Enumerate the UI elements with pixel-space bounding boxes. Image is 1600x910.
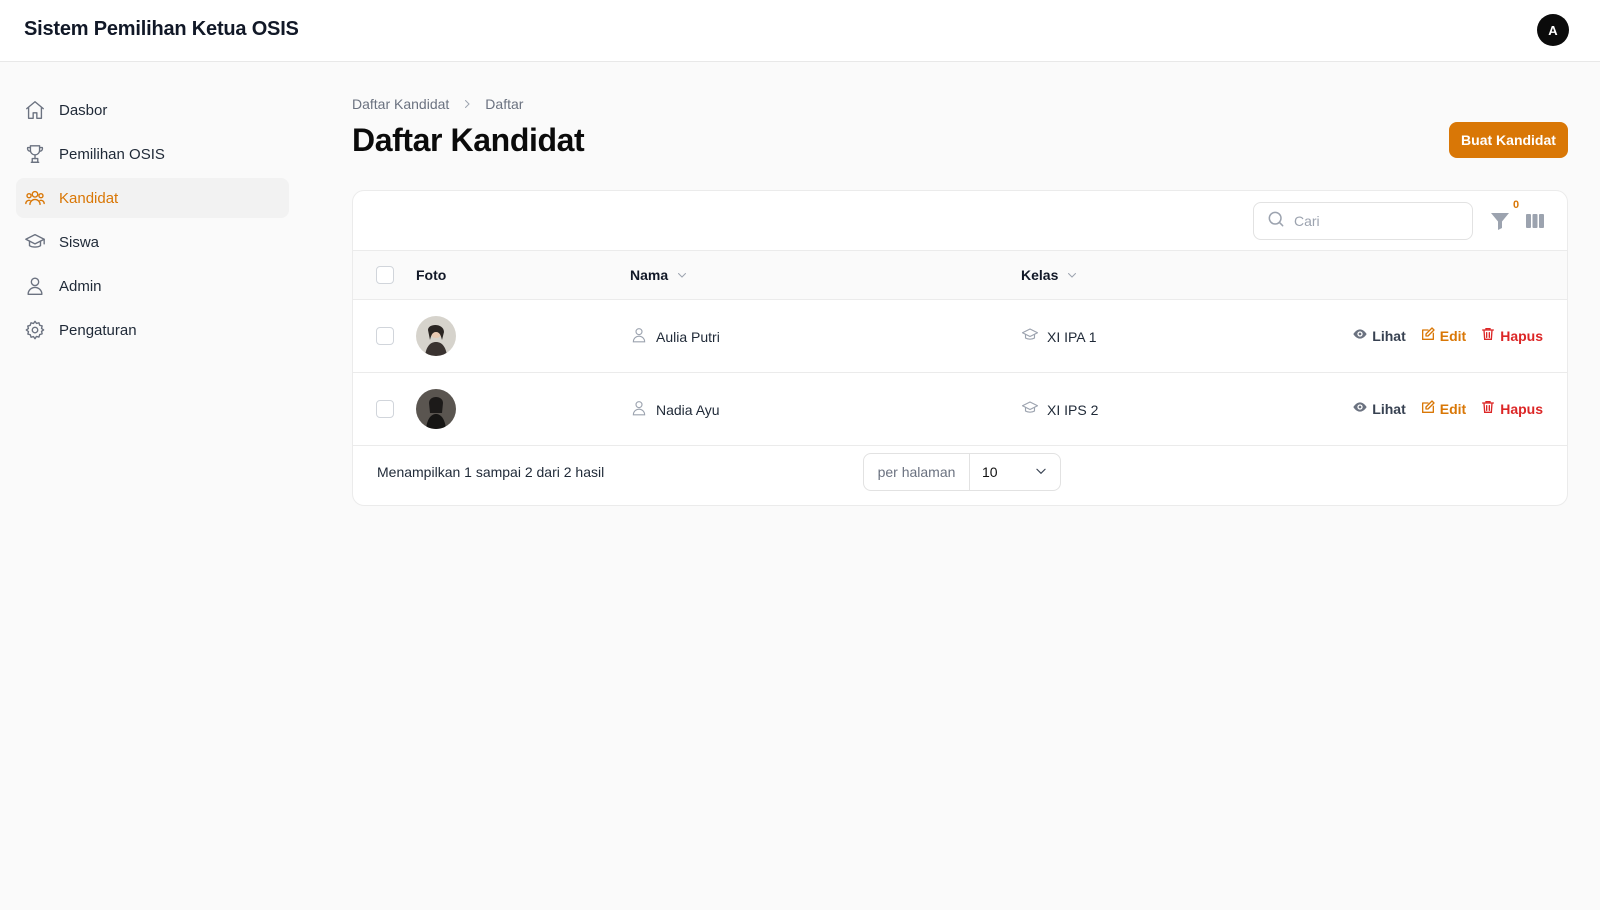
search-icon — [1266, 209, 1286, 233]
delete-label: Hapus — [1500, 327, 1543, 344]
breadcrumb-parent-link[interactable]: Daftar Kandidat — [352, 96, 449, 112]
filter-icon[interactable] — [1488, 209, 1512, 233]
edit-label: Edit — [1439, 400, 1467, 417]
search-box — [1253, 202, 1473, 240]
sidebar-item-label: Admin — [59, 277, 102, 295]
columns-icon[interactable] — [1523, 209, 1547, 233]
column-label: Foto — [416, 267, 447, 283]
table-header: Foto Nama Kelas — [353, 251, 1567, 300]
candidate-table-card: 0 Foto Nama Kelas — [352, 190, 1568, 506]
trash-icon — [1480, 326, 1500, 345]
chevron-right-icon — [461, 98, 473, 110]
view-label: Lihat — [1372, 400, 1406, 417]
trophy-icon — [24, 143, 46, 165]
chevron-down-icon — [1034, 464, 1048, 481]
candidate-name: Aulia Putri — [630, 326, 720, 347]
table-row: Nadia Ayu XI IPS 2 Lihat Edit Hapus — [353, 373, 1567, 446]
per-page-value: 10 — [982, 464, 998, 480]
row-checkbox[interactable] — [376, 327, 394, 345]
eye-icon — [1352, 326, 1372, 345]
sidebar-item-pengaturan[interactable]: Pengaturan — [16, 310, 289, 350]
sidebar-item-label: Siswa — [59, 233, 100, 251]
row-actions: Lihat Edit Hapus — [1338, 326, 1543, 345]
column-header-foto: Foto — [416, 267, 446, 283]
chevron-down-icon — [1066, 269, 1078, 281]
chevron-down-icon — [676, 269, 688, 281]
per-page-label: per halaman — [864, 454, 970, 490]
column-label: Kelas — [1021, 267, 1059, 283]
column-header-nama[interactable]: Nama — [630, 267, 688, 283]
edit-label: Edit — [1439, 327, 1467, 344]
delete-button[interactable]: Hapus — [1480, 399, 1543, 418]
sidebar-item-siswa[interactable]: Siswa — [16, 222, 289, 262]
column-label: Nama — [630, 267, 669, 283]
view-button[interactable]: Lihat — [1352, 399, 1406, 418]
user-avatar[interactable]: A — [1537, 14, 1569, 46]
trash-icon — [1480, 399, 1500, 418]
pagination-summary: Menampilkan 1 sampai 2 dari 2 hasil — [377, 464, 605, 480]
row-actions: Lihat Edit Hapus — [1338, 399, 1543, 418]
gear-icon — [24, 319, 46, 341]
eye-icon — [1352, 399, 1372, 418]
sidebar-item-admin[interactable]: Admin — [16, 266, 289, 306]
row-checkbox[interactable] — [376, 400, 394, 418]
table-row: Aulia Putri XI IPA 1 Lihat Edit Hapus — [353, 300, 1567, 373]
view-label: Lihat — [1372, 327, 1406, 344]
per-page-control: per halaman 10 — [863, 453, 1061, 491]
app-title: Sistem Pemilihan Ketua OSIS — [24, 18, 299, 40]
create-candidate-button[interactable]: Buat Kandidat — [1449, 122, 1568, 158]
graduation-cap-icon — [1021, 326, 1047, 347]
select-all-checkbox[interactable] — [376, 266, 394, 284]
sidebar-item-pemilihan-osis[interactable]: Pemilihan OSIS — [16, 134, 289, 174]
pencil-square-icon — [1420, 326, 1440, 345]
candidate-photo — [416, 389, 456, 429]
candidate-name-text: Nadia Ayu — [656, 401, 720, 418]
sidebar: Dasbor Pemilihan OSIS Kandidat Siswa Adm… — [16, 90, 289, 354]
users-icon — [24, 187, 46, 209]
user-icon — [630, 399, 656, 420]
filter-count-badge: 0 — [1513, 199, 1520, 211]
delete-button[interactable]: Hapus — [1480, 326, 1543, 345]
candidate-class: XI IPA 1 — [1021, 326, 1097, 347]
delete-label: Hapus — [1500, 400, 1543, 417]
pencil-square-icon — [1420, 399, 1440, 418]
candidate-class-text: XI IPA 1 — [1047, 328, 1097, 345]
user-icon — [24, 275, 46, 297]
breadcrumb-current: Daftar — [485, 96, 524, 112]
top-bar: Sistem Pemilihan Ketua OSIS A — [0, 0, 1600, 62]
home-icon — [24, 99, 46, 121]
candidate-class: XI IPS 2 — [1021, 399, 1098, 420]
table-toolbar: 0 — [353, 191, 1567, 251]
per-page-select[interactable]: 10 — [970, 454, 1060, 490]
search-input[interactable] — [1294, 213, 1464, 229]
candidate-name-text: Aulia Putri — [656, 328, 720, 345]
sidebar-item-kandidat[interactable]: Kandidat — [16, 178, 289, 218]
edit-button[interactable]: Edit — [1420, 326, 1466, 345]
graduation-cap-icon — [1021, 399, 1047, 420]
sidebar-item-dasbor[interactable]: Dasbor — [16, 90, 289, 130]
page-title: Daftar Kandidat — [352, 122, 585, 158]
sidebar-item-label: Pemilihan OSIS — [59, 145, 165, 163]
edit-button[interactable]: Edit — [1420, 399, 1466, 418]
view-button[interactable]: Lihat — [1352, 326, 1406, 345]
breadcrumb: Daftar Kandidat Daftar — [352, 96, 523, 112]
sidebar-item-label: Pengaturan — [59, 321, 137, 339]
column-header-kelas[interactable]: Kelas — [1021, 267, 1078, 283]
graduation-cap-icon — [24, 231, 46, 253]
sidebar-item-label: Kandidat — [59, 189, 119, 207]
candidate-name: Nadia Ayu — [630, 399, 720, 420]
sidebar-item-label: Dasbor — [59, 101, 108, 119]
candidate-class-text: XI IPS 2 — [1047, 401, 1099, 418]
user-icon — [630, 326, 656, 347]
candidate-photo — [416, 316, 456, 356]
